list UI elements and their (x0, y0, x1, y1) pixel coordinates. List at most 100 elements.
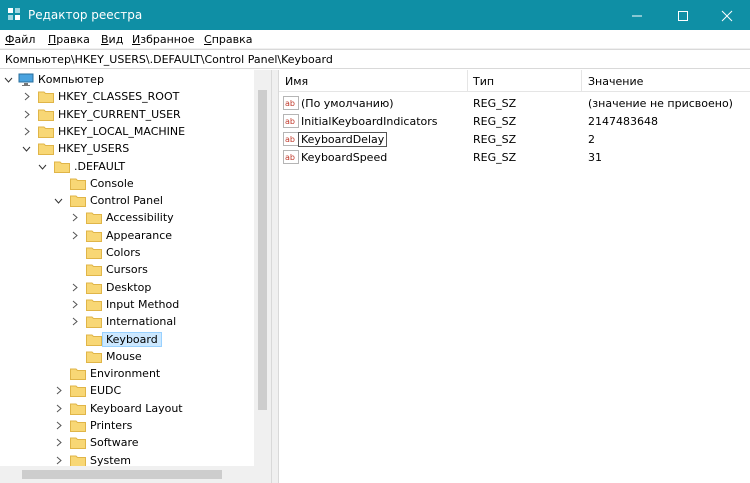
tree-item[interactable]: EUDC (0, 382, 254, 399)
tree-item[interactable]: Desktop (0, 279, 254, 296)
tree-item-label: Keyboard (102, 331, 162, 347)
scroll-thumb[interactable] (22, 470, 222, 479)
value-data: (значение не присвоено) (588, 97, 733, 110)
svg-text:ab: ab (285, 153, 295, 162)
chevron-right-icon[interactable] (22, 127, 31, 136)
chevron-down-icon[interactable] (4, 75, 13, 84)
string-value-icon: ab (283, 96, 299, 110)
folder-icon (70, 178, 86, 190)
folder-icon (70, 195, 86, 208)
tree-item[interactable]: Software (0, 434, 254, 451)
title-bar: Редактор реестра (0, 0, 750, 30)
menu-view[interactable]: Вид (101, 33, 123, 46)
tree-item-label: HKEY_CURRENT_USER (58, 107, 181, 121)
value-row[interactable]: ab (По умолчанию) REG_SZ (значение не присв… (279, 94, 750, 112)
tree-vertical-scrollbar[interactable] (254, 70, 271, 466)
tree-item[interactable]: International (0, 313, 254, 330)
menu-edit[interactable]: Правка (48, 33, 90, 46)
key-tree: Компьютер HKEY_CLASSES_ROOT HKEY_CURRENT_U… (0, 70, 271, 483)
tree-item[interactable]: Printers (0, 417, 254, 434)
chevron-right-icon[interactable] (70, 300, 79, 309)
chevron-down-icon[interactable] (38, 162, 47, 171)
tree-item[interactable]: Control Panel (0, 192, 254, 209)
column-divider[interactable] (581, 70, 582, 92)
chevron-right-icon[interactable] (70, 283, 79, 292)
tree-item[interactable]: HKEY_USERS (0, 140, 254, 157)
folder-icon (86, 282, 102, 294)
folder-icon (86, 264, 102, 277)
string-value-icon: ab (283, 114, 299, 128)
scroll-thumb[interactable] (258, 90, 267, 410)
tree-item[interactable]: Input Method (0, 296, 254, 313)
minimize-button[interactable] (614, 0, 660, 30)
tree-item[interactable]: Cursors (0, 261, 254, 278)
chevron-right-icon[interactable] (70, 231, 79, 240)
tree-item[interactable]: HKEY_LOCAL_MACHINE (0, 123, 254, 140)
value-row[interactable]: ab InitialKeyboardIndicators REG_SZ 2147483… (279, 112, 750, 130)
menu-file[interactable]: Файл (5, 33, 35, 46)
chevron-right-icon[interactable] (54, 456, 63, 465)
value-row[interactable]: ab KeyboardDelay REG_SZ 2 (279, 130, 750, 148)
maximize-button[interactable] (660, 0, 706, 30)
tree-horizontal-scrollbar[interactable] (0, 466, 271, 483)
chevron-right-icon[interactable] (70, 213, 79, 222)
tree-item-label: HKEY_CLASSES_ROOT (58, 90, 180, 104)
tree-item[interactable]: .DEFAULT (0, 158, 254, 175)
chevron-down-icon[interactable] (54, 196, 63, 205)
folder-icon (70, 455, 86, 467)
tree-item-label: Cursors (106, 263, 148, 277)
tree-item[interactable]: Keyboard (0, 331, 254, 348)
tree-item-label: Input Method (106, 297, 180, 311)
tree-item[interactable]: Mouse (0, 348, 254, 365)
column-name-header[interactable]: Имя (285, 75, 308, 88)
value-data: 31 (588, 151, 602, 164)
tree-item-label: Mouse (106, 349, 142, 363)
tree-item-label: Desktop (106, 280, 152, 294)
registry-editor-icon (8, 8, 20, 20)
tree-item[interactable]: Console (0, 175, 254, 192)
menu-favorites[interactable]: Избранное (132, 33, 194, 46)
tree-item-label: EUDC (90, 384, 122, 398)
folder-icon (86, 316, 102, 329)
close-button[interactable] (704, 0, 750, 30)
chevron-right-icon[interactable] (54, 386, 63, 395)
folder-icon (70, 368, 86, 381)
folder-icon (38, 126, 54, 138)
value-type: REG_SZ (473, 151, 517, 164)
chevron-right-icon[interactable] (54, 404, 63, 413)
tree-item[interactable]: Accessibility (0, 209, 254, 226)
chevron-right-icon[interactable] (70, 317, 79, 326)
chevron-down-icon[interactable] (22, 144, 31, 153)
chevron-right-icon[interactable] (22, 92, 31, 101)
value-name: KeyboardSpeed (301, 151, 388, 164)
menu-help[interactable]: Справка (204, 33, 252, 46)
chevron-right-icon[interactable] (54, 438, 63, 447)
address-path: Компьютер\HKEY_USERS\.DEFAULT\Control Pa… (5, 53, 333, 66)
window-title: Редактор реестра (28, 8, 143, 22)
tree-item[interactable]: Appearance (0, 227, 254, 244)
tree-item-label: Компьютер (38, 73, 104, 86)
tree-item-label: Colors (106, 246, 141, 259)
tree-item-label: .DEFAULT (74, 159, 126, 173)
tree-item-label: HKEY_USERS (58, 142, 130, 156)
folder-icon (70, 437, 86, 450)
tree-item[interactable]: Environment (0, 365, 254, 382)
chevron-right-icon[interactable] (54, 421, 63, 430)
pane-splitter[interactable] (271, 70, 279, 483)
value-data: 2147483648 (588, 115, 658, 128)
value-row[interactable]: ab KeyboardSpeed REG_SZ 31 (279, 148, 750, 166)
svg-text:ab: ab (285, 135, 295, 144)
column-divider[interactable] (467, 70, 468, 92)
tree-item[interactable]: HKEY_CURRENT_USER (0, 106, 254, 123)
tree-item[interactable]: HKEY_CLASSES_ROOT (0, 88, 254, 105)
value-name: InitialKeyboardIndicators (301, 115, 438, 128)
tree-item[interactable]: Компьютер (0, 71, 254, 88)
address-bar[interactable]: Компьютер\HKEY_USERS\.DEFAULT\Control Pa… (0, 49, 750, 69)
tree-item[interactable]: Colors (0, 244, 254, 261)
tree-item[interactable]: Keyboard Layout (0, 400, 254, 417)
chevron-right-icon[interactable] (22, 110, 31, 119)
value-data: 2 (588, 133, 595, 146)
column-type-header[interactable]: Тип (473, 75, 494, 88)
tree-item-label: International (106, 315, 177, 329)
column-value-header[interactable]: Значение (588, 75, 643, 88)
